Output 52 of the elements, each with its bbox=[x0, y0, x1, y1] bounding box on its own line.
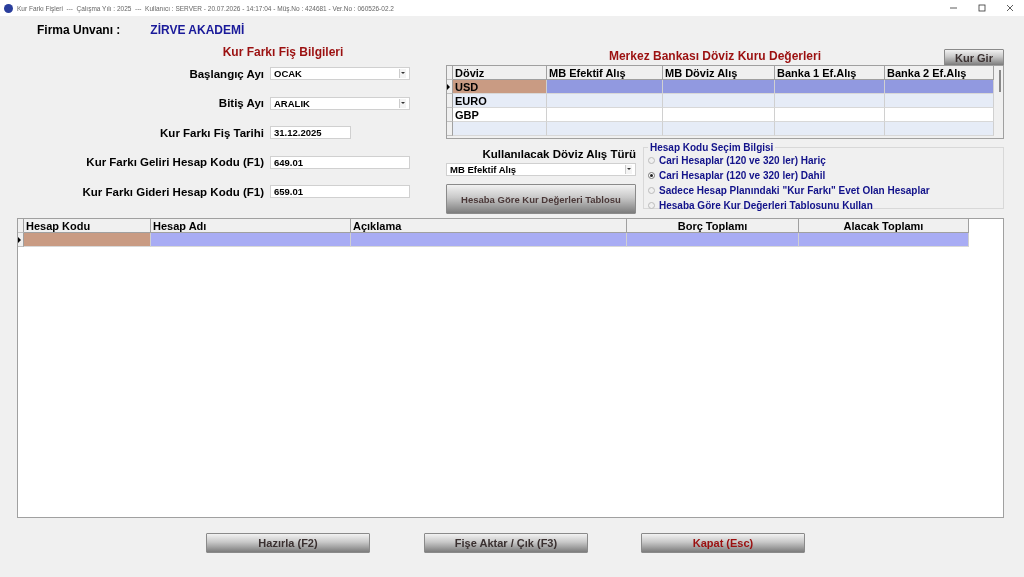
input-field[interactable]: 649.01 bbox=[270, 155, 410, 169]
field-label: Kur Farkı Geliri Hesap Kodu (F1) bbox=[85, 156, 264, 169]
field-label: Kullanılacak Döviz Alış Türü bbox=[481, 148, 636, 161]
section-title: Merkez Bankası Döviz Kuru Değerleri bbox=[607, 49, 823, 63]
field-label: Kur Farkı Fiş Tarihi bbox=[159, 126, 264, 139]
field-label: Başlangıç Ayı bbox=[188, 67, 264, 80]
company-label: Firma Unvanı : bbox=[37, 23, 121, 37]
radio-icon[interactable] bbox=[648, 157, 655, 164]
current-row-marker-icon bbox=[447, 84, 450, 90]
dropdown[interactable]: OCAK bbox=[270, 67, 410, 81]
dropdown[interactable]: MB Efektif Alış bbox=[446, 163, 636, 176]
column-header[interactable]: Hesap Kodu bbox=[24, 219, 151, 233]
action-button[interactable]: Hazırla (F2) bbox=[206, 533, 370, 553]
rate-table-button[interactable]: Hesaba Göre Kur Değerleri Tablosu bbox=[446, 184, 636, 214]
column-header[interactable]: Açıklama bbox=[351, 219, 627, 233]
input-field[interactable]: 659.01 bbox=[270, 185, 410, 199]
radio-option[interactable]: Sadece Hesap Planındaki "Kur Farkı" Evet Olan Hesaplar bbox=[648, 183, 999, 198]
table-row[interactable] bbox=[453, 122, 994, 136]
radio-icon[interactable] bbox=[648, 187, 655, 194]
column-header[interactable]: Hesap Adı bbox=[151, 219, 351, 233]
column-header[interactable]: Banka 2 Ef.Alış bbox=[885, 66, 994, 80]
table-row[interactable]: EURO bbox=[453, 94, 994, 108]
option-label: Hesaba Göre Kur Değerleri Tablosunu Kullan bbox=[659, 200, 873, 211]
scrollbar-thumb[interactable] bbox=[999, 70, 1001, 92]
option-label: Sadece Hesap Planındaki "Kur Farkı" Evet Olan Hesaplar bbox=[659, 185, 930, 196]
radio-icon[interactable] bbox=[648, 202, 655, 209]
dropdown[interactable]: ARALIK bbox=[270, 96, 410, 110]
option-label: Cari Hesaplar (120 ve 320 ler) Hariç bbox=[659, 155, 826, 166]
column-header[interactable]: Banka 1 Ef.Alış bbox=[775, 66, 885, 80]
column-header[interactable]: MB Döviz Alış bbox=[663, 66, 775, 80]
radio-option[interactable]: Cari Hesaplar (120 ve 320 ler) Dahil bbox=[648, 168, 999, 183]
column-header[interactable]: MB Efektif Alış bbox=[547, 66, 663, 80]
section-title: Kur Farkı Fiş Bilgileri bbox=[221, 45, 345, 59]
current-row-marker-icon bbox=[18, 237, 21, 243]
option-label: Cari Hesaplar (120 ve 320 ler) Dahil bbox=[659, 170, 826, 181]
group-title: Hesap Kodu Seçim Bilgisi bbox=[649, 142, 775, 153]
radio-option[interactable]: Cari Hesaplar (120 ve 320 ler) Hariç bbox=[648, 153, 999, 168]
action-button[interactable]: Kapat (Esc) bbox=[641, 533, 805, 553]
column-header[interactable]: Alacak Toplamı bbox=[799, 219, 969, 233]
table-row[interactable]: GBP bbox=[453, 108, 994, 122]
radio-icon[interactable] bbox=[648, 172, 655, 179]
column-header[interactable]: Döviz bbox=[453, 66, 547, 80]
date-field[interactable]: 31.12.2025 bbox=[270, 126, 351, 140]
column-header[interactable]: Borç Toplamı bbox=[627, 219, 799, 233]
field-label: Kur Farkı Gideri Hesap Kodu (F1) bbox=[81, 185, 264, 198]
app-logo-icon bbox=[4, 3, 13, 13]
action-button[interactable]: Fişe Aktar / Çık (F3) bbox=[424, 533, 588, 553]
table-row[interactable]: USD bbox=[453, 80, 994, 94]
company-name: ZİRVE AKADEMİ bbox=[150, 23, 245, 37]
radio-option[interactable]: Hesaba Göre Kur Değerleri Tablosunu Kullan bbox=[648, 198, 999, 213]
field-label: Bitiş Ayı bbox=[217, 97, 264, 110]
table-cell: USD bbox=[453, 80, 547, 94]
